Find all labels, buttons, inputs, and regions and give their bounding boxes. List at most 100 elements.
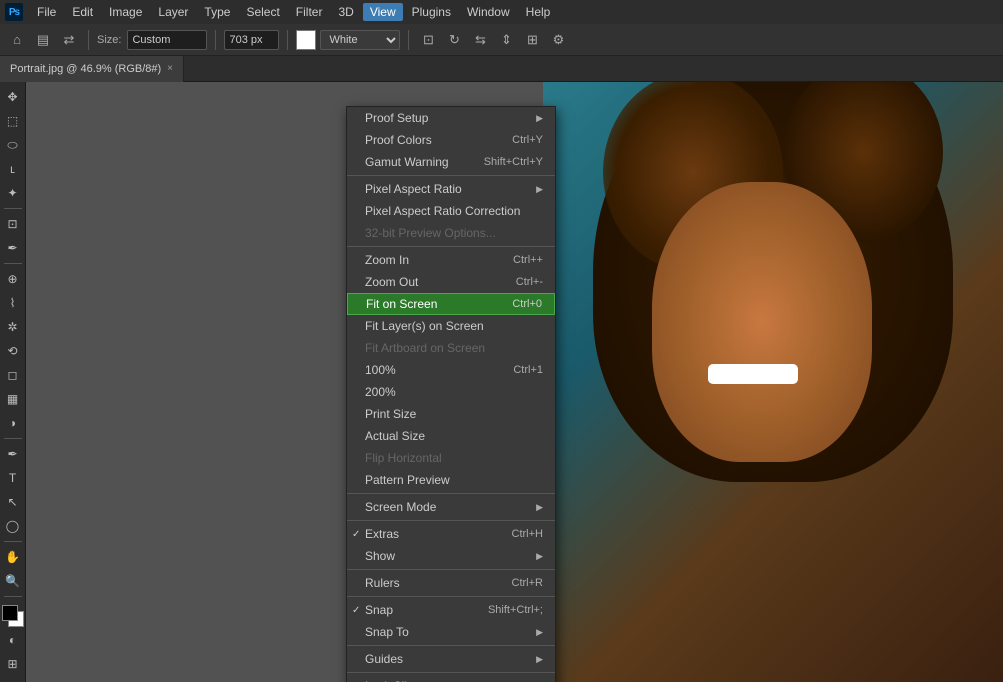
menu-select[interactable]: Select <box>239 3 286 21</box>
menu-zoom-out[interactable]: Zoom Out Ctrl+- <box>347 271 555 293</box>
divider-4 <box>408 30 409 50</box>
menu-show[interactable]: Show ▶ <box>347 545 555 567</box>
left-toolbar: ✥ ⬚ ⬭ ʟ ✦ ⊡ ✒ ⊕ ⌇ ✲ ⟲ ◻ ▦ ◑ ✒ T ↖ ◯ ✋ 🔍 … <box>0 82 26 682</box>
menu-image[interactable]: Image <box>102 3 149 21</box>
tool-gradient[interactable]: ▦ <box>2 388 24 410</box>
tool-type[interactable]: T <box>2 467 24 489</box>
menu-pixel-aspect-ratio[interactable]: Pixel Aspect Ratio ▶ <box>347 178 555 200</box>
tool-zoom[interactable]: 🔍 <box>2 570 24 592</box>
menu-actual-size[interactable]: Actual Size <box>347 425 555 447</box>
face-shape <box>652 182 872 462</box>
tab-close-button[interactable]: × <box>167 63 173 74</box>
tool-history-brush[interactable]: ⟲ <box>2 340 24 362</box>
screen-mode-arrow: ▶ <box>536 502 543 513</box>
tool-shape[interactable]: ◯ <box>2 515 24 537</box>
rotate-icon[interactable]: ↻ <box>443 29 465 51</box>
menu-file[interactable]: File <box>30 3 63 21</box>
tool-clone[interactable]: ✲ <box>2 316 24 338</box>
tool-brush[interactable]: ⌇ <box>2 292 24 314</box>
tool-lasso[interactable]: ʟ <box>2 158 24 180</box>
document-tab[interactable]: Portrait.jpg @ 46.9% (RGB/8#) × <box>0 56 184 82</box>
menu-fit-layers[interactable]: Fit Layer(s) on Screen <box>347 315 555 337</box>
size-input[interactable] <box>127 30 207 50</box>
show-arrow: ▶ <box>536 551 543 562</box>
tool-quick-mask[interactable]: ◐ <box>2 629 24 651</box>
ps-logo-icon: Ps <box>5 3 23 21</box>
mirror-icon[interactable]: ⇕ <box>495 29 517 51</box>
settings-icon[interactable]: ⚙ <box>547 29 569 51</box>
tool-magic-wand[interactable]: ✦ <box>2 182 24 204</box>
menu-guides[interactable]: Guides ▶ <box>347 648 555 670</box>
menu-window[interactable]: Window <box>460 3 517 21</box>
portrait-background <box>543 82 1003 682</box>
menu-type[interactable]: Type <box>197 3 237 21</box>
menu-rulers[interactable]: Rulers Ctrl+R <box>347 572 555 594</box>
zoom-out-shortcut: Ctrl+- <box>516 276 543 288</box>
menu-100pct[interactable]: 100% Ctrl+1 <box>347 359 555 381</box>
snap-to-arrow: ▶ <box>536 627 543 638</box>
tool-eyedropper[interactable]: ✒ <box>2 237 24 259</box>
swap-icon[interactable]: ⇄ <box>58 29 80 51</box>
actual-size-label: Actual Size <box>365 429 425 443</box>
tool-marquee-rect[interactable]: ⬚ <box>2 110 24 132</box>
tool-eraser[interactable]: ◻ <box>2 364 24 386</box>
tool-separator-1 <box>4 208 22 209</box>
color-preview[interactable] <box>296 30 316 50</box>
home-icon[interactable]: ⌂ <box>6 29 28 51</box>
preset-dropdown-icon[interactable]: ▤ <box>32 29 54 51</box>
menu-3d[interactable]: 3D <box>331 3 360 21</box>
foreground-color-swatch[interactable] <box>2 605 18 621</box>
menu-snap[interactable]: Snap Shift+Ctrl+; <box>347 599 555 621</box>
proof-colors-label: Proof Colors <box>365 133 432 147</box>
color-swatches[interactable] <box>2 605 24 627</box>
tool-artboard[interactable]: ⊞ <box>2 653 24 675</box>
menu-plugins[interactable]: Plugins <box>405 3 458 21</box>
menu-print-size[interactable]: Print Size <box>347 403 555 425</box>
canvas-area: Proof Setup ▶ Proof Colors Ctrl+Y Gamut … <box>26 82 1003 682</box>
menu-200pct[interactable]: 200% <box>347 381 555 403</box>
tool-hand[interactable]: ✋ <box>2 546 24 568</box>
menu-proof-colors[interactable]: Proof Colors Ctrl+Y <box>347 129 555 151</box>
separator-2 <box>347 246 555 247</box>
width-input[interactable] <box>224 30 279 50</box>
tool-spot-heal[interactable]: ⊕ <box>2 268 24 290</box>
tool-dodge[interactable]: ◑ <box>2 412 24 434</box>
100pct-shortcut: Ctrl+1 <box>513 364 543 376</box>
menu-edit[interactable]: Edit <box>65 3 100 21</box>
rulers-label: Rulers <box>365 576 400 590</box>
menu-layer[interactable]: Layer <box>151 3 195 21</box>
separator-8 <box>347 672 555 673</box>
menu-gamut-warning[interactable]: Gamut Warning Shift+Ctrl+Y <box>347 151 555 173</box>
menu-zoom-in[interactable]: Zoom In Ctrl++ <box>347 249 555 271</box>
menu-proof-setup[interactable]: Proof Setup ▶ <box>347 107 555 129</box>
screen-mode-label: Screen Mode <box>365 500 436 514</box>
menu-pixel-aspect-correction[interactable]: Pixel Aspect Ratio Correction <box>347 200 555 222</box>
menu-fit-on-screen[interactable]: Fit on Screen Ctrl+0 <box>347 293 555 315</box>
menu-help[interactable]: Help <box>519 3 558 21</box>
gamut-warning-label: Gamut Warning <box>365 155 449 169</box>
menu-extras[interactable]: Extras Ctrl+H <box>347 523 555 545</box>
menu-snap-to[interactable]: Snap To ▶ <box>347 621 555 643</box>
menu-pattern-preview[interactable]: Pattern Preview <box>347 469 555 491</box>
menu-view[interactable]: View <box>363 3 403 21</box>
tool-path-select[interactable]: ↖ <box>2 491 24 513</box>
separator-5 <box>347 569 555 570</box>
tool-pen[interactable]: ✒ <box>2 443 24 465</box>
crop-icon[interactable]: ⊡ <box>417 29 439 51</box>
tool-marquee-ellipse[interactable]: ⬭ <box>2 134 24 156</box>
tool-move[interactable]: ✥ <box>2 86 24 108</box>
menu-screen-mode[interactable]: Screen Mode ▶ <box>347 496 555 518</box>
200pct-label: 200% <box>365 385 396 399</box>
menu-filter[interactable]: Filter <box>289 3 330 21</box>
pattern-preview-label: Pattern Preview <box>365 473 450 487</box>
proof-setup-label: Proof Setup <box>365 111 428 125</box>
tool-crop[interactable]: ⊡ <box>2 213 24 235</box>
color-dropdown[interactable]: White <box>320 30 400 50</box>
menu-lock-slices[interactable]: Lock Slices <box>347 675 555 682</box>
expand-icon[interactable]: ⊞ <box>521 29 543 51</box>
flip-icon[interactable]: ⇆ <box>469 29 491 51</box>
proof-setup-arrow: ▶ <box>536 113 543 124</box>
divider-2 <box>215 30 216 50</box>
view-dropdown-menu: Proof Setup ▶ Proof Colors Ctrl+Y Gamut … <box>346 106 556 682</box>
separator-1 <box>347 175 555 176</box>
